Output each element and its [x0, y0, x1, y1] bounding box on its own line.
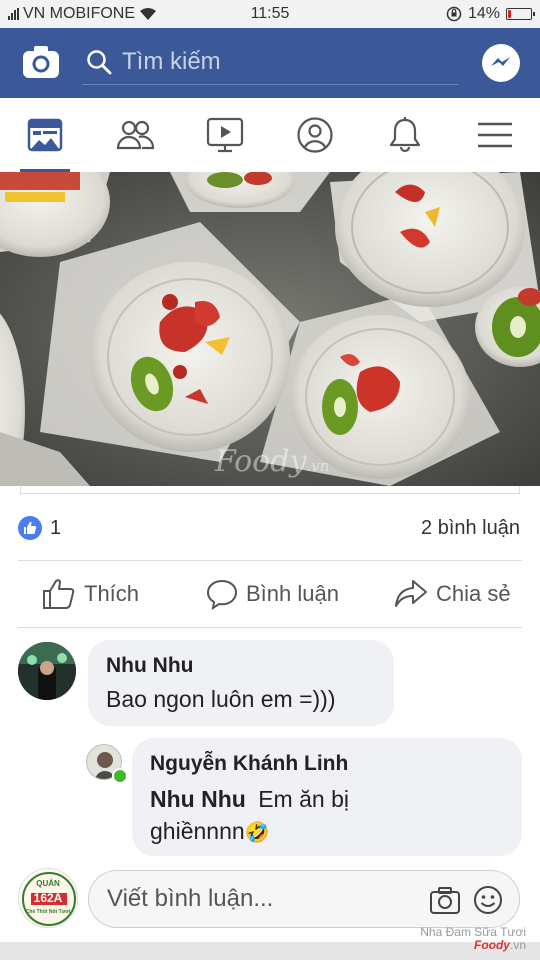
- comment-author[interactable]: Nguyễn Khánh Linh: [150, 752, 348, 776]
- camera-icon[interactable]: [429, 885, 461, 915]
- battery-percent: 14%: [467, 5, 500, 22]
- camera-icon[interactable]: [22, 44, 60, 80]
- mention-tag[interactable]: Nhu Nhu: [150, 786, 246, 812]
- comment-count[interactable]: 2 bình luận: [421, 517, 520, 540]
- status-bar: VN MOBIFONE 11:55 14%: [0, 0, 540, 28]
- share-arrow-icon: [395, 580, 427, 607]
- tab-menu[interactable]: [460, 98, 530, 172]
- profile-icon: [297, 117, 333, 153]
- share-label: Chia sẻ: [436, 581, 511, 606]
- online-status-dot: [112, 768, 128, 784]
- comment-text-line1: Nhu Nhu Em ăn bị: [150, 786, 349, 813]
- search-icon: [87, 50, 112, 75]
- video-icon: [206, 117, 244, 153]
- corner-watermark: Nha Đam Sữa Tươi Foody.vn: [420, 926, 526, 952]
- battery-icon: [506, 8, 535, 20]
- fruit-yogurt-cups-image: [0, 172, 540, 486]
- rotation-lock-icon: [446, 6, 462, 22]
- thumbs-up-icon: [43, 579, 75, 609]
- photo-watermark-suffix: .vn: [306, 457, 330, 475]
- write-comment-placeholder: Viết bình luận...: [107, 885, 274, 912]
- avatar-text-mid: 162A: [33, 891, 63, 905]
- comment-author[interactable]: Nhu Nhu: [106, 654, 193, 678]
- photo-watermark: Foody.vn: [215, 444, 329, 479]
- corner-watermark-line2: Foody.vn: [420, 939, 526, 952]
- like-count[interactable]: 1: [50, 517, 61, 540]
- search-bar[interactable]: Tìm kiếm: [82, 40, 458, 85]
- messenger-icon[interactable]: [482, 44, 520, 82]
- comment-bubble[interactable]: Nhu Nhu Bao ngon luôn em =))): [88, 640, 394, 726]
- tab-notifications[interactable]: [370, 98, 440, 172]
- newsfeed-icon: [27, 118, 63, 152]
- tab-watch[interactable]: [190, 98, 260, 172]
- laughing-emoji: 🤣: [244, 822, 270, 844]
- photo-watermark-text: Foody: [215, 444, 307, 479]
- comment-label: Bình luận: [246, 581, 339, 606]
- post-actions: Thích Bình luận Chia sẻ: [18, 560, 522, 628]
- corner-watermark-suffix: .vn: [509, 938, 526, 952]
- emoji-icon[interactable]: [473, 885, 503, 915]
- comment-text: Bao ngon luôn em =))): [106, 686, 336, 712]
- bell-icon: [389, 117, 421, 153]
- write-comment-input[interactable]: Viết bình luận...: [88, 870, 520, 928]
- comment-bubble[interactable]: Nguyễn Khánh Linh Nhu Nhu Em ăn bị ghiền…: [132, 738, 522, 856]
- avatar[interactable]: [18, 642, 76, 700]
- comment-text-line2: ghiềnnnn🤣: [150, 818, 270, 845]
- like-button[interactable]: Thích: [42, 561, 139, 627]
- avatar[interactable]: QUÁN 162A Chè Thốt Nốt Tươi: [18, 868, 78, 928]
- avatar-text-top: QUÁN: [36, 879, 60, 888]
- search-placeholder: Tìm kiếm: [122, 48, 221, 75]
- comment-text-part: ghiềnnnn: [150, 818, 245, 844]
- share-button[interactable]: Chia sẻ: [394, 561, 511, 627]
- app-header: Tìm kiếm: [0, 28, 540, 98]
- friends-icon: [116, 120, 155, 150]
- post-photo[interactable]: Foody.vn: [0, 172, 540, 486]
- comment-text-part: Em ăn bị: [258, 786, 349, 812]
- status-right: 14%: [446, 5, 535, 23]
- comment-button[interactable]: Bình luận: [206, 561, 339, 627]
- tab-profile[interactable]: [280, 98, 350, 172]
- comment-bubble-icon: [206, 579, 238, 610]
- photo-border: [20, 486, 520, 494]
- avatar-text-bottom: Chè Thốt Nốt Tươi: [25, 909, 71, 915]
- tab-news-feed[interactable]: [10, 98, 80, 172]
- corner-watermark-brand: Foody: [473, 938, 510, 952]
- tab-friends[interactable]: [100, 98, 170, 172]
- like-reaction-icon[interactable]: [18, 516, 42, 540]
- like-label: Thích: [84, 581, 140, 606]
- battery-fill: [508, 10, 511, 18]
- reaction-summary: 1 2 bình luận: [0, 500, 540, 556]
- hamburger-menu-icon: [478, 122, 512, 148]
- nav-tabs: [0, 98, 540, 173]
